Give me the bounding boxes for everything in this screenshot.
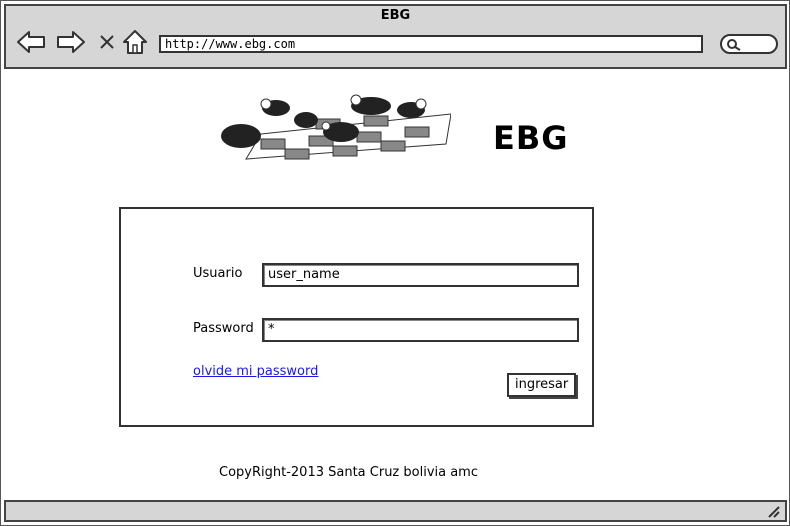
forward-arrow-icon[interactable] [56,28,86,56]
submit-button[interactable]: ingresar [507,373,577,397]
url-input[interactable]: http://www.ebg.com [159,35,703,53]
chessboard-logo-image [221,94,451,160]
password-input[interactable]: * [262,318,579,342]
home-icon[interactable] [120,28,150,56]
close-x-icon[interactable] [92,28,122,56]
username-label: Usuario [193,266,243,281]
password-label: Password [193,321,254,336]
resize-grip-icon[interactable] [765,503,781,519]
browser-toolbar: EBG http://www.ebg.com [4,4,787,69]
search-icon [727,39,741,51]
forgot-password-link[interactable]: olvide mi password [193,364,318,379]
window-title: EBG [380,8,411,23]
browser-window: EBG http://www.ebg.com EBG Usuario user_… [0,0,790,526]
username-input[interactable]: user_name [262,263,579,287]
copyright-text: CopyRight-2013 Santa Cruz bolivia amc [219,465,478,480]
search-box[interactable] [720,34,778,54]
back-arrow-icon[interactable] [16,28,46,56]
status-bar [4,500,787,522]
logo-text: EBG [493,119,569,157]
